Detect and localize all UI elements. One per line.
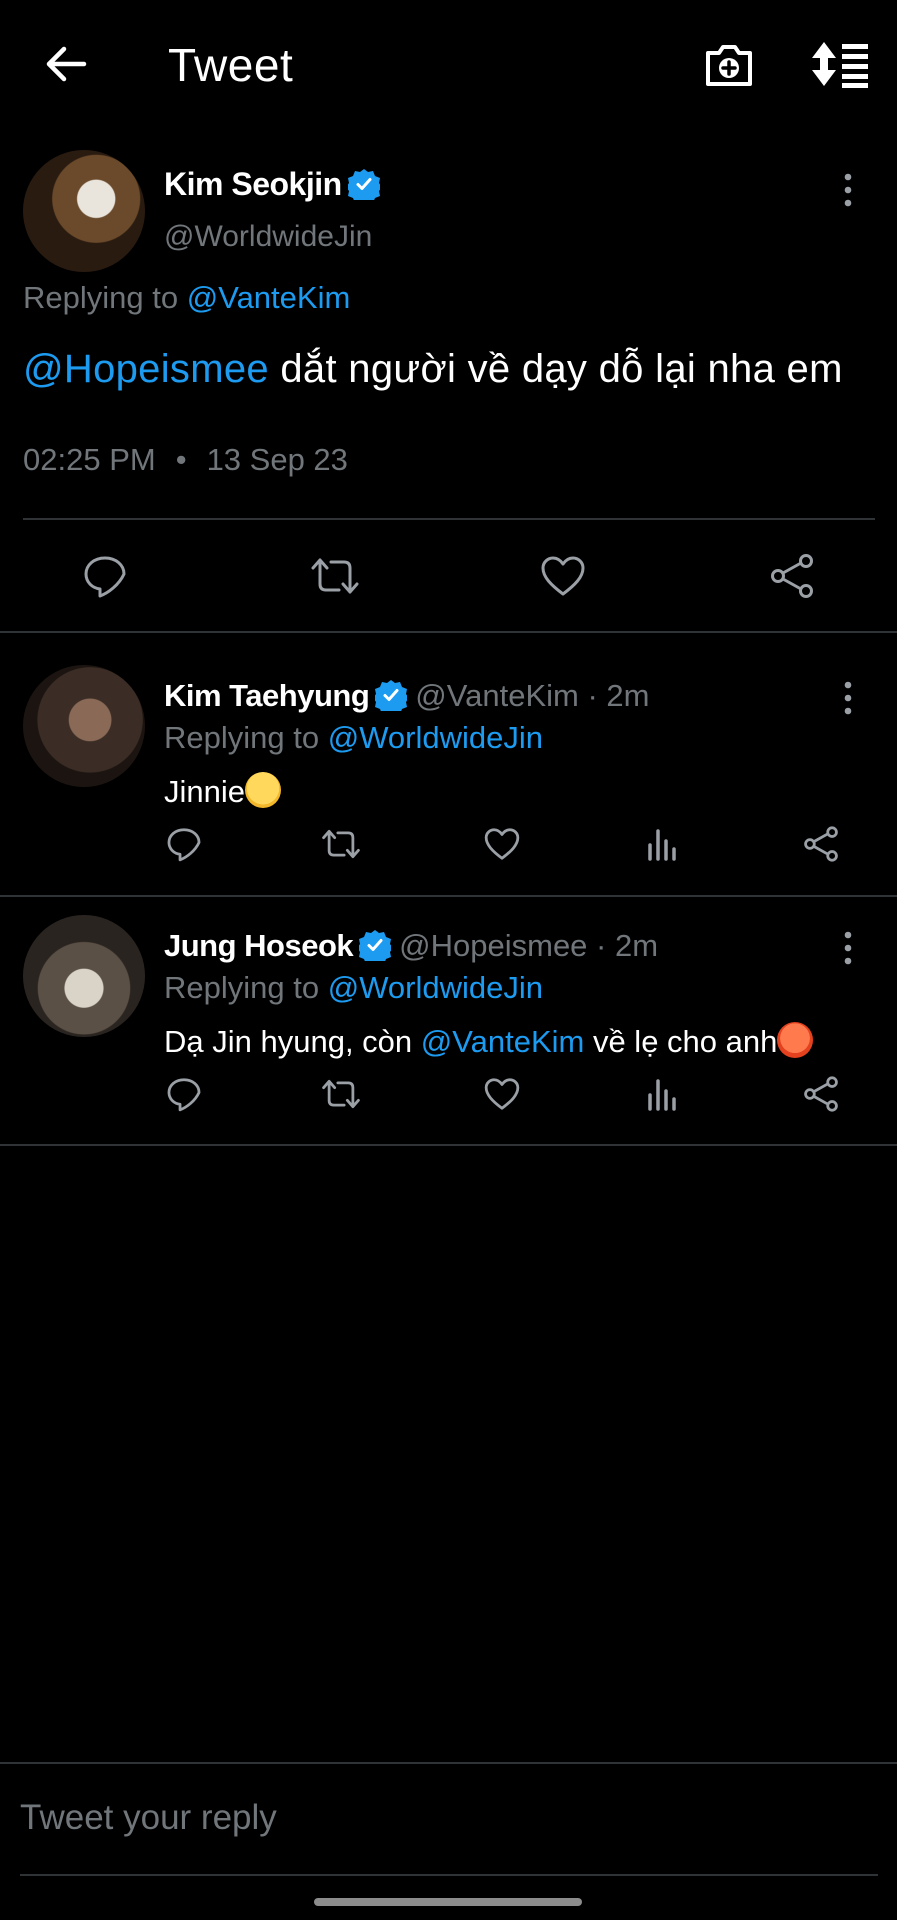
reply-button[interactable] xyxy=(81,552,129,600)
share-icon xyxy=(771,554,813,598)
tweet-date: 13 Sep 23 xyxy=(206,442,348,477)
retweet-icon xyxy=(322,1079,360,1109)
share-icon xyxy=(804,1076,838,1112)
share-icon xyxy=(804,826,838,862)
like-button[interactable] xyxy=(483,825,521,863)
replying-to: Replying to @VanteKim xyxy=(23,280,350,316)
more-vertical-icon xyxy=(844,173,852,207)
author-name[interactable]: Jung Hoseok xyxy=(164,928,354,963)
reply-text: Jinnie xyxy=(164,772,281,810)
divider xyxy=(23,518,875,520)
reply-input[interactable] xyxy=(20,1798,840,1838)
comment-icon xyxy=(167,828,201,862)
camera-add-icon xyxy=(706,45,752,86)
author-handle[interactable]: @VanteKim · 2m xyxy=(415,678,649,713)
replying-to-link[interactable]: @WorldwideJin xyxy=(328,970,543,1005)
heart-icon xyxy=(484,828,520,860)
reply-header: Jung Hoseok @Hopeismee · 2m xyxy=(164,928,658,964)
sort-icon xyxy=(812,42,868,88)
reply-body-end: về lẹ cho anh xyxy=(584,1024,778,1059)
top-bar: Tweet xyxy=(0,0,897,130)
heart-icon xyxy=(484,1078,520,1110)
reply-body: Jinnie xyxy=(164,774,245,809)
author-name[interactable]: Kim Seokjin xyxy=(164,166,380,203)
verified-badge-icon xyxy=(375,680,408,711)
tweet-actions xyxy=(0,540,897,610)
sort-button[interactable] xyxy=(808,38,872,90)
comment-icon xyxy=(167,1078,201,1112)
avatar[interactable] xyxy=(23,665,145,787)
more-options-button[interactable] xyxy=(836,926,860,970)
bar-chart-icon xyxy=(648,1079,676,1111)
more-vertical-icon xyxy=(844,681,852,715)
more-options-button[interactable] xyxy=(836,168,860,212)
retweet-button[interactable] xyxy=(309,552,359,600)
verified-badge-icon xyxy=(359,930,392,961)
divider xyxy=(0,631,897,633)
retweet-icon xyxy=(311,558,359,594)
avatar[interactable] xyxy=(23,150,145,272)
reply-button[interactable] xyxy=(165,825,203,863)
arrow-left-icon xyxy=(46,46,87,82)
replying-label: Replying to xyxy=(164,970,320,1005)
tweet-body: dắt người về dạy dỗ lại nha em xyxy=(268,347,843,391)
replying-label: Replying to xyxy=(23,280,179,315)
author-name[interactable]: Kim Taehyung xyxy=(164,678,370,713)
reply-composer xyxy=(0,1762,897,1877)
reply-tweet[interactable]: Jung Hoseok @Hopeismee · 2m Replying to … xyxy=(0,890,897,1144)
retweet-button[interactable] xyxy=(320,1075,362,1113)
like-button[interactable] xyxy=(483,1075,521,1113)
replying-to-link[interactable]: @WorldwideJin xyxy=(328,720,543,755)
meta-separator: • xyxy=(175,442,187,477)
retweet-icon xyxy=(322,829,360,859)
avatar[interactable] xyxy=(23,915,145,1037)
verified-badge-icon xyxy=(347,169,380,200)
tweet-text: @Hopeismee dắt người về dạy dỗ lại nha e… xyxy=(23,347,843,392)
author-handle[interactable]: @Hopeismee · 2m xyxy=(399,928,658,963)
reply-text: Dạ Jin hyung, còn @VanteKim về lẹ cho an… xyxy=(164,1022,814,1060)
share-button[interactable] xyxy=(768,552,816,600)
more-options-button[interactable] xyxy=(836,676,860,720)
reply-body: Dạ Jin hyung, còn xyxy=(164,1024,421,1059)
more-vertical-icon xyxy=(844,931,852,965)
page-title: Tweet xyxy=(168,39,294,91)
reply-actions xyxy=(0,1075,897,1125)
mention-link[interactable]: @Hopeismee xyxy=(23,347,269,391)
back-button[interactable] xyxy=(40,38,92,90)
replying-label: Replying to xyxy=(164,720,320,755)
divider xyxy=(0,1144,897,1146)
reply-header: Kim Taehyung @VanteKim · 2m xyxy=(164,678,649,714)
comment-icon xyxy=(84,556,126,598)
mention-link[interactable]: @VanteKim xyxy=(421,1024,585,1059)
reply-button[interactable] xyxy=(165,1075,203,1113)
replying-to-link[interactable]: @VanteKim xyxy=(187,280,351,315)
heart-icon xyxy=(541,556,585,596)
like-button[interactable] xyxy=(539,552,587,600)
analytics-button[interactable] xyxy=(644,1075,680,1113)
share-button[interactable] xyxy=(802,825,840,863)
replying-to: Replying to @WorldwideJin xyxy=(164,720,543,756)
camera-button[interactable] xyxy=(700,36,758,94)
home-indicator[interactable] xyxy=(314,1898,582,1906)
bar-chart-icon xyxy=(648,829,676,861)
share-button[interactable] xyxy=(802,1075,840,1113)
reply-tweet[interactable]: Kim Taehyung @VanteKim · 2m Replying to … xyxy=(0,640,897,894)
replying-to: Replying to @WorldwideJin xyxy=(164,970,543,1006)
analytics-button[interactable] xyxy=(644,825,680,863)
tweet-timestamp: 02:25 PM • 13 Sep 23 xyxy=(23,442,348,478)
tweet-time: 02:25 PM xyxy=(23,442,156,477)
divider xyxy=(20,1874,878,1876)
retweet-button[interactable] xyxy=(320,825,362,863)
angry-face-emoji xyxy=(777,1022,814,1058)
pleading-face-emoji xyxy=(245,772,281,808)
reply-actions xyxy=(0,825,897,875)
author-handle[interactable]: @WorldwideJin xyxy=(164,220,372,254)
